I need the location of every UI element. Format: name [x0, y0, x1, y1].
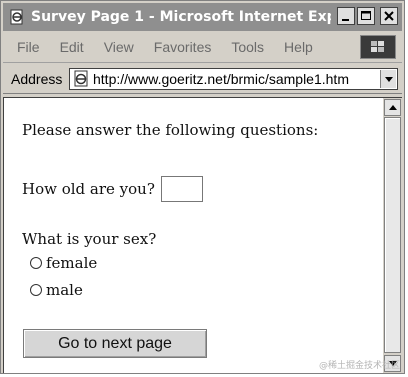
scroll-thumb[interactable] [384, 117, 401, 353]
windows-logo-icon [360, 35, 396, 59]
radio-female[interactable] [30, 257, 42, 269]
menu-view[interactable]: View [104, 39, 134, 55]
maximize-icon [361, 11, 371, 20]
address-dropdown-button[interactable] [380, 70, 396, 88]
menu-tools[interactable]: Tools [231, 39, 264, 55]
arrow-up-icon [388, 105, 397, 110]
radio-label-female: female [46, 254, 98, 272]
radio-option-male[interactable]: male [30, 281, 83, 299]
scroll-up-button[interactable] [384, 99, 401, 116]
window-title: Survey Page 1 - Microsoft Internet Expl.… [31, 9, 331, 25]
ie-page-icon [8, 8, 26, 26]
age-question-label: How old are you? [22, 180, 155, 198]
next-page-button[interactable]: Go to next page [23, 329, 207, 358]
minimize-icon [342, 19, 349, 21]
radio-option-female[interactable]: female [30, 254, 97, 272]
menu-help[interactable]: Help [284, 39, 313, 55]
ie-page-icon [72, 70, 90, 88]
close-icon [384, 11, 394, 21]
address-label: Address [11, 70, 63, 87]
vertical-scrollbar[interactable] [383, 97, 402, 373]
radio-male[interactable] [30, 284, 42, 296]
age-input[interactable] [160, 176, 203, 202]
address-input[interactable]: http://www.goeritz.net/brmic/sample1.htm [69, 68, 398, 90]
menu-bar: File Edit View Favorites Tools Help [3, 32, 402, 63]
browser-window: Survey Page 1 - Microsoft Internet Expl.… [0, 0, 405, 374]
radio-label-male: male [46, 281, 83, 299]
watermark: @稀土掘金技术社区 [318, 361, 400, 371]
address-bar: Address http://www.goeritz.net/brmic/sam… [3, 64, 402, 94]
chevron-down-icon [384, 76, 393, 82]
minimize-button[interactable] [337, 7, 355, 25]
close-button[interactable] [380, 7, 398, 25]
age-question-row: How old are you? [22, 176, 203, 202]
menu-file[interactable]: File [17, 39, 40, 55]
page-content: Please answer the following questions: H… [3, 97, 383, 373]
maximize-button[interactable] [357, 7, 375, 25]
address-url: http://www.goeritz.net/brmic/sample1.htm [93, 71, 349, 87]
intro-text: Please answer the following questions: [22, 121, 319, 139]
sex-question-label: What is your sex? [22, 230, 157, 248]
menu-edit[interactable]: Edit [60, 39, 84, 55]
menu-favorites[interactable]: Favorites [154, 39, 212, 55]
title-bar[interactable]: Survey Page 1 - Microsoft Internet Expl.… [3, 3, 402, 31]
window-controls [337, 7, 398, 25]
